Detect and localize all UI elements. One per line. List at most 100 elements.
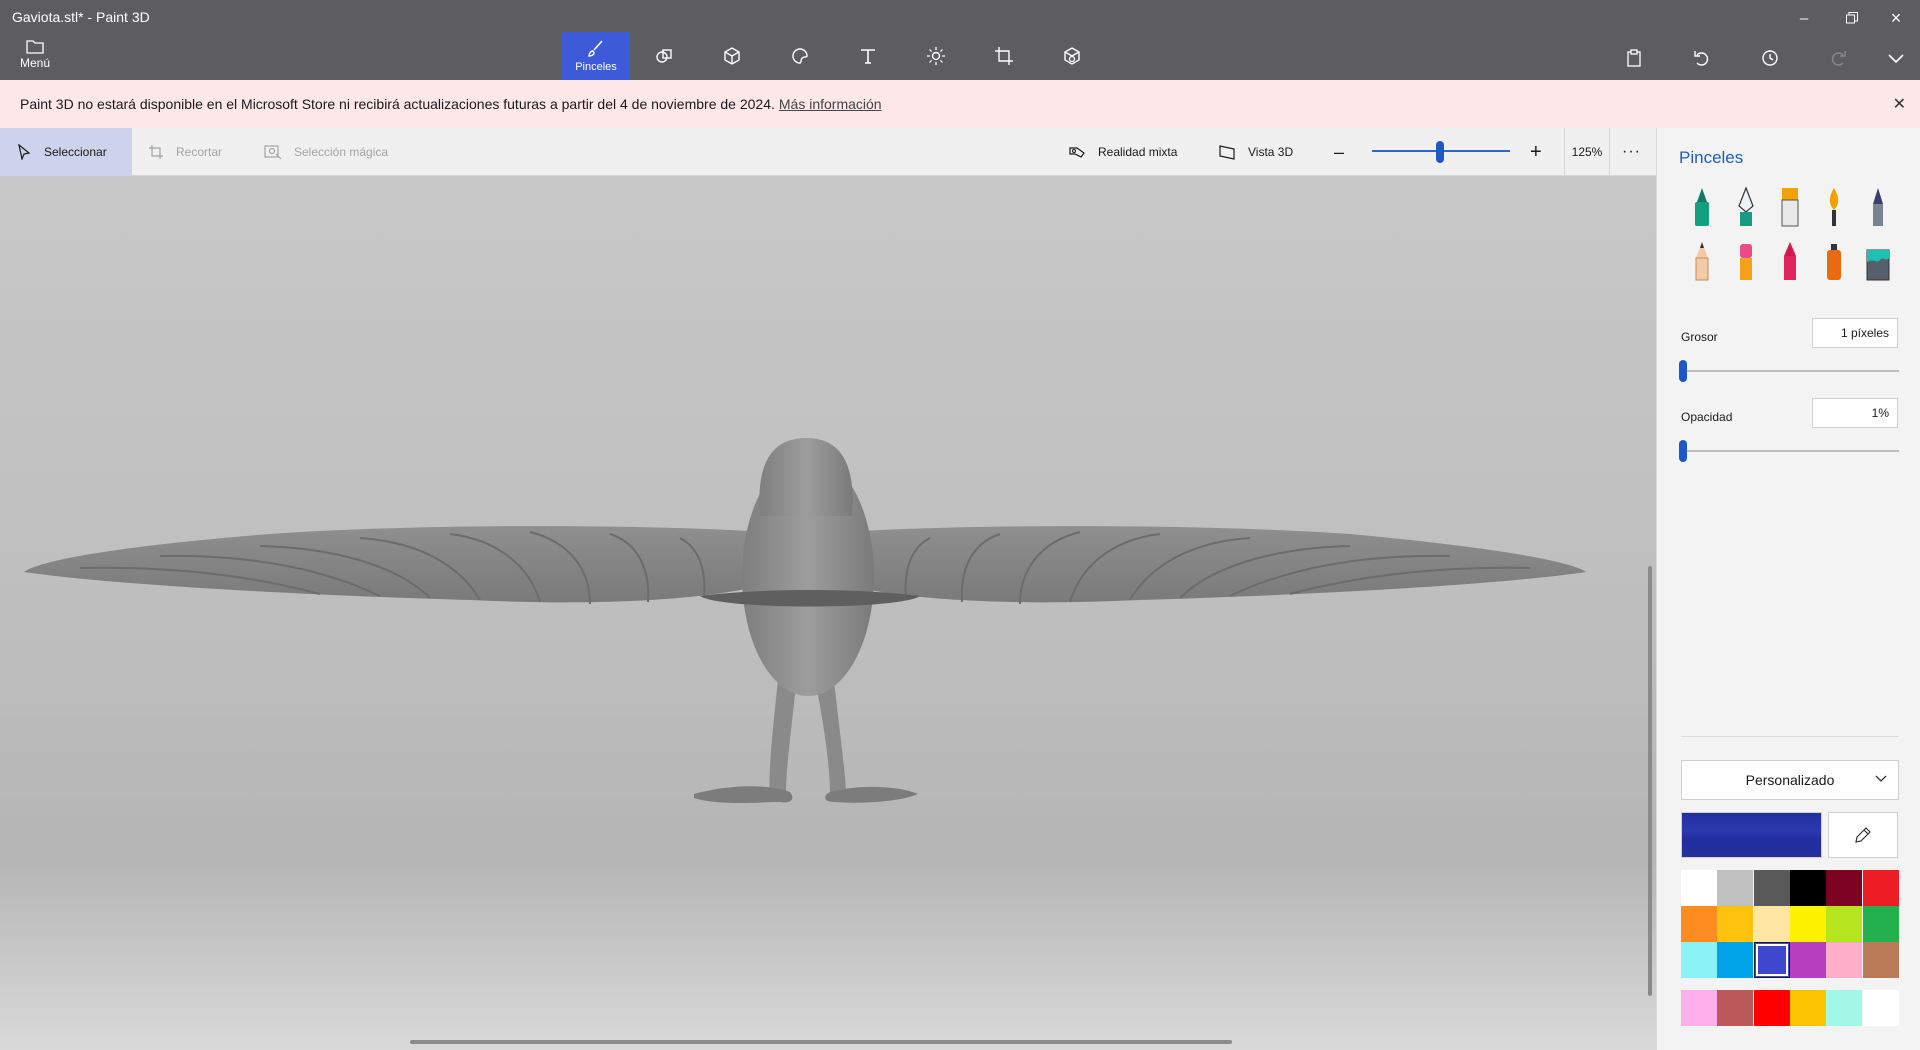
color-swatch[interactable] xyxy=(1789,906,1826,942)
opacity-slider-track[interactable] xyxy=(1681,450,1899,452)
tab-brushes[interactable]: Pinceles xyxy=(562,32,630,80)
tab-text[interactable] xyxy=(834,32,902,80)
calligraphy-pen-brush[interactable] xyxy=(1731,182,1761,228)
vertical-scrollbar[interactable] xyxy=(1648,566,1652,996)
thickness-slider-thumb[interactable] xyxy=(1679,360,1687,382)
close-window-button[interactable]: × xyxy=(1876,4,1916,32)
zoom-slider-thumb[interactable] xyxy=(1436,141,1444,163)
text-icon xyxy=(861,49,875,64)
seagull-3d-model[interactable] xyxy=(0,176,1656,1050)
current-color-swatch[interactable] xyxy=(1681,812,1822,858)
history-button[interactable] xyxy=(1750,44,1790,72)
minimize-button[interactable]: – xyxy=(1784,4,1824,32)
color-swatch[interactable] xyxy=(1789,942,1826,978)
fill-brush[interactable] xyxy=(1863,236,1893,282)
select-button[interactable]: Seleccionar xyxy=(0,128,132,176)
color-swatch[interactable] xyxy=(1681,942,1717,978)
menu-label: Menú xyxy=(19,56,51,70)
watercolor-icon xyxy=(1829,188,1839,226)
menu-button[interactable]: Menú xyxy=(10,38,60,76)
thickness-slider-track[interactable] xyxy=(1681,370,1899,372)
brush-icon xyxy=(588,40,603,57)
color-swatch[interactable] xyxy=(1717,870,1754,906)
notice-close-button[interactable]: ✕ xyxy=(1893,94,1906,114)
horizontal-scrollbar[interactable] xyxy=(410,1040,1232,1044)
color-swatch[interactable] xyxy=(1753,906,1790,942)
color-swatch[interactable] xyxy=(1862,942,1899,978)
expand-button[interactable] xyxy=(1876,44,1916,72)
custom-color-swatch[interactable] xyxy=(1826,990,1863,1026)
redo-icon xyxy=(1831,51,1846,66)
oil-brush[interactable] xyxy=(1775,182,1805,228)
color-swatch[interactable] xyxy=(1826,870,1863,906)
deprecation-notice: Paint 3D no estará disponible en el Micr… xyxy=(0,80,1920,128)
view-3d-label: Vista 3D xyxy=(1248,145,1294,159)
pixel-pen-brush[interactable] xyxy=(1863,182,1893,228)
3d-library-icon xyxy=(1064,47,1080,65)
tab-canvas[interactable] xyxy=(970,32,1038,80)
color-swatch[interactable] xyxy=(1826,942,1863,978)
shapes-2d-icon xyxy=(656,49,672,63)
mixed-reality-icon xyxy=(1069,147,1085,158)
crop-button[interactable]: Recortar xyxy=(148,128,222,176)
color-swatch[interactable] xyxy=(1717,906,1754,942)
tab-effects[interactable] xyxy=(902,32,970,80)
mixed-reality-label: Realidad mixta xyxy=(1098,145,1178,159)
more-options-button[interactable]: ··· xyxy=(1622,128,1641,176)
panel-title: Pinceles xyxy=(1679,148,1744,167)
spray-can-icon xyxy=(1827,244,1841,280)
tab-2d-shapes[interactable] xyxy=(630,32,698,80)
paste-button[interactable] xyxy=(1614,44,1654,72)
opacity-slider-thumb[interactable] xyxy=(1679,440,1687,462)
sun-icon xyxy=(927,47,945,65)
tab-stickers[interactable] xyxy=(766,32,834,80)
calligraphy-pen-icon xyxy=(1738,186,1754,226)
tab-3d-library[interactable] xyxy=(1038,32,1106,80)
custom-color-swatch[interactable] xyxy=(1789,990,1826,1026)
mixed-reality-button[interactable]: Realidad mixta xyxy=(1068,128,1177,176)
magic-select-label: Selección mágica xyxy=(294,145,389,159)
eraser-brush[interactable] xyxy=(1731,236,1761,282)
color-preset-dropdown[interactable]: Personalizado xyxy=(1681,760,1899,800)
watercolor-brush[interactable] xyxy=(1819,182,1849,228)
undo-icon xyxy=(1694,51,1709,66)
custom-color-swatch[interactable] xyxy=(1862,990,1899,1026)
undo-button[interactable] xyxy=(1682,44,1722,72)
color-swatch[interactable] xyxy=(1826,906,1863,942)
custom-color-swatch[interactable] xyxy=(1717,990,1754,1026)
sub-toolbar: Seleccionar Recortar Selección mágica Re… xyxy=(0,128,1656,176)
color-swatch[interactable] xyxy=(1862,906,1899,942)
crayon-brush[interactable] xyxy=(1775,236,1805,282)
custom-color-swatch[interactable] xyxy=(1753,990,1790,1026)
color-swatch[interactable] xyxy=(1681,870,1717,906)
restore-button[interactable] xyxy=(1832,4,1872,32)
clipboard-icon xyxy=(1627,49,1641,67)
zoom-out-button[interactable]: – xyxy=(1334,128,1344,176)
color-swatch[interactable] xyxy=(1681,906,1717,942)
redo-button[interactable] xyxy=(1818,44,1858,72)
pixel-pen-icon xyxy=(1873,188,1883,226)
color-swatch[interactable] xyxy=(1753,942,1790,978)
color-swatch[interactable] xyxy=(1753,870,1790,906)
color-swatch[interactable] xyxy=(1717,942,1754,978)
color-swatch[interactable] xyxy=(1862,870,1899,906)
zoom-level[interactable]: 125% xyxy=(1564,128,1610,176)
pencil-brush[interactable] xyxy=(1687,236,1717,282)
marker-brush[interactable] xyxy=(1687,182,1717,228)
notice-text: Paint 3D no estará disponible en el Micr… xyxy=(20,96,775,112)
zoom-in-button[interactable]: + xyxy=(1530,128,1542,176)
color-swatch[interactable] xyxy=(1789,870,1826,906)
tab-3d-shapes[interactable] xyxy=(698,32,766,80)
thickness-label: Grosor xyxy=(1681,330,1718,344)
view-3d-button[interactable]: Vista 3D xyxy=(1218,128,1293,176)
thickness-input[interactable]: 1 píxeles xyxy=(1812,318,1898,348)
opacity-input[interactable]: 1% xyxy=(1812,398,1898,428)
chevron-down-icon xyxy=(1875,775,1887,782)
oil-brush-icon xyxy=(1781,188,1799,227)
custom-color-swatch[interactable] xyxy=(1681,990,1717,1026)
more-info-link[interactable]: Más información xyxy=(779,96,882,112)
eyedropper-button[interactable] xyxy=(1828,812,1898,858)
magic-select-button[interactable]: Selección mágica xyxy=(264,128,388,176)
spray-can-brush[interactable] xyxy=(1819,236,1849,282)
canvas-area[interactable] xyxy=(0,176,1656,1050)
